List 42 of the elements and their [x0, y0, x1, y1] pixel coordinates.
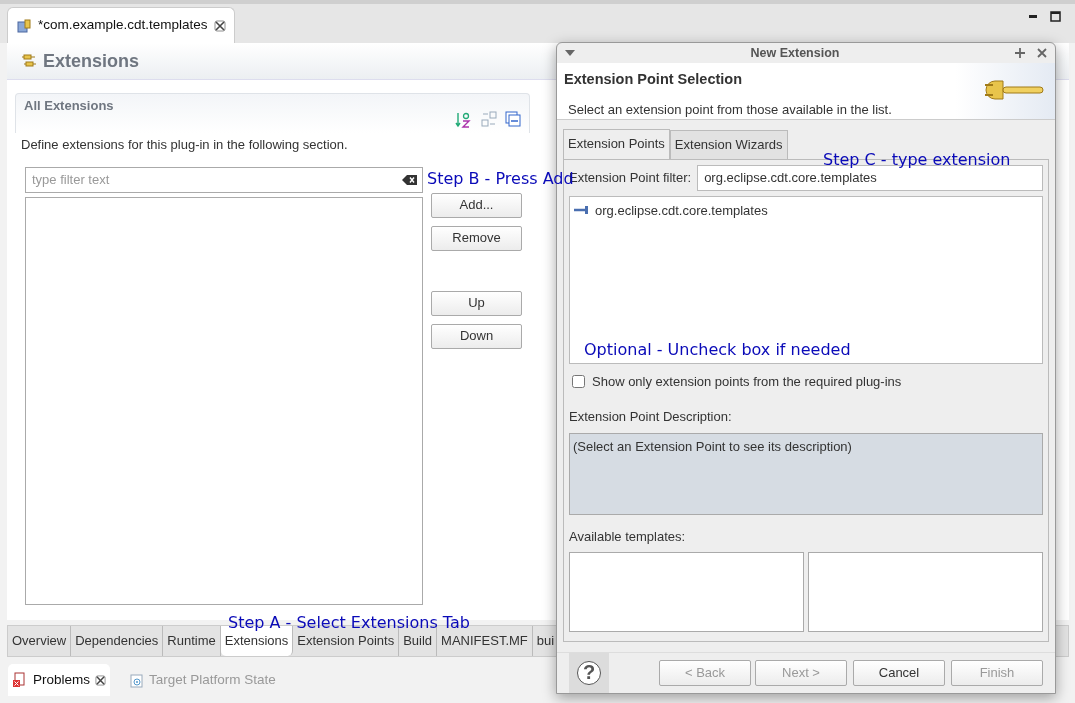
templates-label: Available templates: — [569, 527, 687, 546]
extension-point-icon — [574, 205, 590, 216]
action-button[interactable]: Add... — [431, 192, 522, 218]
close-icon[interactable] — [1037, 47, 1047, 58]
editor-tab[interactable]: *com.example.cdt.templates — [7, 7, 235, 43]
menu-caret-icon[interactable] — [565, 49, 575, 56]
description-area: (Select an Extension Point to see its description) — [569, 432, 1043, 515]
list-item[interactable]: org.eclipse.cdt.core.templates — [595, 200, 768, 220]
close-icon[interactable] — [213, 19, 226, 32]
section-description: Define extensions for this plug-in in the following section. — [21, 136, 348, 154]
dialog-title: New Extension — [749, 44, 841, 62]
dialog-tab[interactable]: Extension Wizards — [669, 130, 788, 159]
editor-tab-title: *com.example.cdt.templates — [38, 16, 208, 35]
dialog-heading: Extension Point Selection — [563, 69, 744, 89]
action-button[interactable]: Down — [431, 323, 522, 349]
description-label: Extension Point Description: — [569, 408, 733, 426]
sort-icon[interactable] — [455, 111, 473, 129]
page-tab[interactable]: Dependencies — [71, 626, 164, 656]
extension-point-list[interactable]: org.eclipse.cdt.core.templates Optional - Uncheck box if needed — [569, 195, 1043, 364]
help-button[interactable]: ? — [569, 653, 609, 693]
annotation-text: Optional - Uncheck box if needed — [584, 340, 851, 359]
wizard-button[interactable]: Cancel — [853, 660, 945, 686]
target-icon — [128, 672, 145, 688]
problems-icon — [12, 672, 28, 688]
dialog-message: Select an extension point from those available in the list. — [567, 100, 893, 119]
checkbox-label[interactable]: Show only extension points from the required plug-ins — [592, 371, 902, 391]
clear-icon[interactable] — [402, 173, 418, 186]
filter-field[interactable]: type filter text — [25, 166, 423, 193]
filter-input[interactable]: type filter text — [30, 168, 402, 191]
page-tab[interactable]: Overview — [8, 626, 72, 656]
section-title: All Extensions — [24, 97, 114, 115]
extensions-icon — [21, 53, 37, 69]
collapse-all-icon[interactable] — [505, 111, 521, 127]
view-tab[interactable]: Problems — [8, 663, 111, 697]
page-title: Extensions — [43, 49, 140, 73]
page-tab[interactable]: Runtime — [163, 626, 221, 656]
action-button[interactable]: Remove — [431, 225, 522, 251]
plugin-icon — [16, 17, 32, 34]
dialog-tab[interactable]: Extension Points — [563, 129, 670, 159]
action-button[interactable]: Up — [431, 290, 522, 316]
checkbox[interactable] — [572, 374, 585, 388]
close-icon[interactable] — [95, 674, 107, 686]
